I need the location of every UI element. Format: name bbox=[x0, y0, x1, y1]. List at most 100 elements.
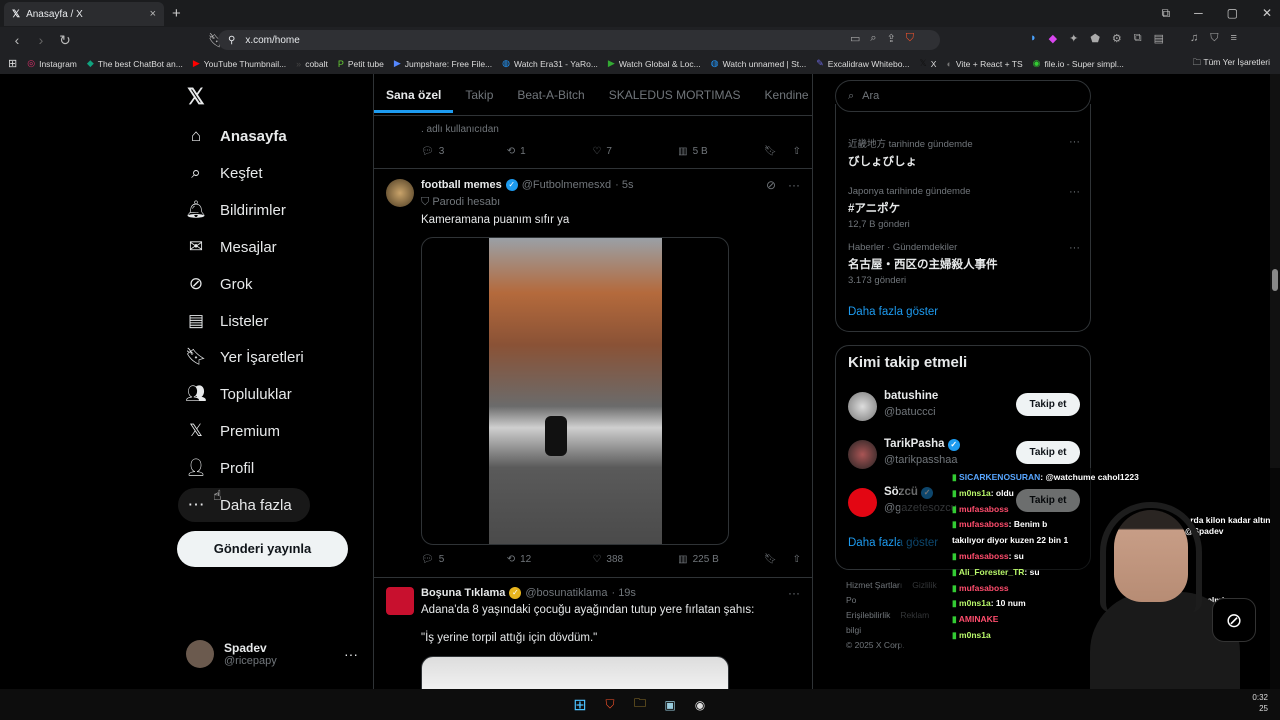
follow-button[interactable]: Takip et bbox=[1016, 441, 1080, 464]
bookmark-icon[interactable]: 🔖︎ bbox=[764, 554, 777, 565]
more-icon[interactable]: ··· bbox=[1069, 186, 1080, 198]
share-icon[interactable]: ⇪ bbox=[887, 32, 896, 45]
bookmark-item[interactable]: ▶ YouTube Thumbnail... bbox=[193, 58, 286, 69]
forward-icon[interactable]: › bbox=[34, 32, 48, 48]
extensions-icon[interactable]: ⧉ bbox=[1162, 6, 1171, 21]
more-icon[interactable]: ··· bbox=[1069, 242, 1080, 254]
bookmark-item[interactable]: ✎ Excalidraw Whitebo... bbox=[816, 58, 909, 69]
follow-button[interactable]: Takip et bbox=[1016, 393, 1080, 416]
sidebar-item-keşfet[interactable]: ⌕ Keşfet bbox=[186, 163, 262, 183]
post-button[interactable]: Gönderi yayınla bbox=[177, 531, 348, 567]
like-button[interactable]: ♡ 7 bbox=[592, 146, 678, 157]
tab-close-icon[interactable]: × bbox=[150, 8, 156, 20]
puzzle-icon[interactable]: ⧉ bbox=[1134, 32, 1142, 45]
windows-start-icon[interactable]: ⊞ bbox=[571, 696, 589, 714]
trends-show-more[interactable]: Daha fazla göster bbox=[848, 306, 938, 318]
sidebar-item-profil[interactable]: 👤︎ Profil bbox=[185, 458, 254, 478]
reply-button[interactable]: 💬︎ 5 bbox=[421, 554, 507, 565]
bookmark-item[interactable]: ◍ Watch unnamed | St... bbox=[711, 58, 807, 69]
post-avatar[interactable] bbox=[386, 179, 414, 207]
url-bar[interactable]: ⚲ x.com/home bbox=[218, 30, 940, 50]
search-input[interactable]: ⌕ Ara bbox=[835, 80, 1091, 112]
post-time[interactable]: · 5s bbox=[615, 179, 633, 191]
extension-icon[interactable]: ◆ bbox=[1049, 32, 1057, 45]
site-info-icon[interactable]: ⚲ bbox=[228, 35, 235, 46]
bookmark-item[interactable]: » cobalt bbox=[296, 59, 328, 69]
bookmark-item[interactable]: P Petit tube bbox=[338, 59, 384, 69]
bookmark-item[interactable]: 𝕏X bbox=[920, 58, 937, 69]
post-author-handle[interactable]: @bosunatiklama bbox=[525, 587, 607, 599]
file-explorer-icon[interactable]: 🗀︎ bbox=[631, 696, 649, 714]
zoom-icon[interactable]: ⌕ bbox=[870, 32, 876, 45]
more-icon[interactable]: ··· bbox=[788, 178, 800, 192]
maximize-icon[interactable]: ▢ bbox=[1227, 6, 1238, 21]
views-button[interactable]: ▥ 5 B bbox=[678, 146, 764, 157]
account-switcher[interactable]: Spadev @ricepapy bbox=[186, 640, 277, 668]
brave-browser-icon[interactable]: ⛉ bbox=[601, 696, 619, 714]
obs-icon[interactable]: ◉ bbox=[691, 696, 709, 714]
views-button[interactable]: ▥ 225 B bbox=[678, 554, 764, 565]
feed-tab[interactable]: SKALEDUS MORTIMAS bbox=[597, 88, 753, 102]
vpn-icon[interactable]: ⛉ bbox=[1210, 32, 1218, 45]
menu-icon[interactable]: ≡ bbox=[1231, 32, 1237, 45]
sidebar-item-bildirimler[interactable]: 🔔︎ Bildirimler bbox=[185, 200, 286, 220]
footer-link[interactable]: Hizmet Şartları bbox=[846, 580, 902, 590]
avatar[interactable] bbox=[848, 392, 877, 421]
post-avatar[interactable] bbox=[386, 587, 414, 615]
bookmark-icon[interactable]: 🔖︎ bbox=[764, 146, 777, 157]
trend-item[interactable]: 近畿地方 tarihinde gündemde びしょびしょ ··· bbox=[848, 136, 1080, 169]
post-video[interactable] bbox=[421, 656, 729, 689]
scroll-thumb[interactable] bbox=[1272, 269, 1278, 291]
post-author-handle[interactable]: @Futbolmemesxd bbox=[522, 179, 611, 191]
app-icon[interactable]: ▣ bbox=[661, 696, 679, 714]
post-author-name[interactable]: Boşuna Tıklama bbox=[421, 587, 505, 599]
feed-tab[interactable]: Takip bbox=[453, 88, 505, 102]
sidebar-item-anasayfa[interactable]: ⌂ Anasayfa bbox=[186, 126, 287, 146]
reload-icon[interactable]: ↻ bbox=[58, 32, 72, 49]
post-author-name[interactable]: football memes bbox=[421, 179, 502, 191]
sidebar-icon[interactable]: ▤ bbox=[1154, 32, 1164, 45]
trend-item[interactable]: Haberler · Gündemdekiler 名古屋・西区の主婦殺人事件 3.1… bbox=[848, 242, 1080, 286]
sidebar-item-yer-i-şaretleri[interactable]: 🔖︎ Yer İşaretleri bbox=[185, 347, 303, 367]
browser-tab[interactable]: 𝕏 Anasayfa / X × bbox=[4, 2, 164, 26]
trend-item[interactable]: Japonya tarihinde gündemde #アニポケ 12,7 B gö… bbox=[848, 186, 1080, 230]
reply-button[interactable]: 💬︎ 3 bbox=[421, 146, 507, 157]
share-icon[interactable]: ⇧ bbox=[793, 146, 801, 157]
post-video[interactable] bbox=[421, 237, 729, 545]
repost-button[interactable]: ⟲ 12 bbox=[507, 554, 593, 565]
extension-icon[interactable]: ⚙ bbox=[1112, 32, 1122, 45]
sidebar-item-grok[interactable]: ⊘ Grok bbox=[186, 274, 253, 294]
cast-icon[interactable]: ▭ bbox=[850, 32, 860, 45]
feed-tab[interactable]: Beat-A-Bitch bbox=[505, 88, 596, 102]
more-icon[interactable]: ··· bbox=[1069, 136, 1080, 148]
extension-icon[interactable]: ◗ bbox=[1030, 32, 1037, 45]
all-bookmarks-button[interactable]: 🗀︎ Tüm Yer İşaretleri bbox=[1193, 57, 1270, 71]
account-more-icon[interactable]: ··· bbox=[344, 646, 358, 662]
bookmark-item[interactable]: ◍ Watch Era31 - YaRo... bbox=[502, 58, 598, 69]
x-logo-icon[interactable]: 𝕏 bbox=[187, 84, 205, 110]
follow-suggestion[interactable]: TarikPasha ✓ @tarikpasshaa Takip et bbox=[848, 438, 1080, 472]
sidebar-item-premium[interactable]: 𝕏 Premium bbox=[186, 421, 280, 441]
bookmark-item[interactable]: ▶ Watch Global & Loc... bbox=[608, 58, 701, 69]
share-icon[interactable]: ⇧ bbox=[793, 554, 801, 565]
like-button[interactable]: ♡ 388 bbox=[592, 554, 678, 565]
minimize-icon[interactable]: ─ bbox=[1194, 6, 1203, 21]
close-window-icon[interactable]: ✕ bbox=[1262, 6, 1272, 21]
extension-icon[interactable]: ⬟ bbox=[1090, 32, 1100, 45]
back-icon[interactable]: ‹ bbox=[10, 32, 24, 48]
footer-link[interactable]: © 2025 X Corp. bbox=[846, 640, 905, 650]
bookmark-item[interactable]: ▶ Jumpshare: Free File... bbox=[394, 58, 492, 69]
footer-link[interactable]: Erişilebilirlik bbox=[846, 610, 890, 620]
more-icon[interactable]: ··· bbox=[788, 586, 800, 600]
sidebar-item-daha-fazla[interactable]: ⋯ Daha fazla bbox=[186, 495, 292, 515]
extension-icon[interactable]: ✦ bbox=[1069, 32, 1078, 45]
brave-shield-icon[interactable]: ⛉ bbox=[906, 32, 914, 45]
apps-grid-icon[interactable]: ⊞ bbox=[8, 57, 17, 70]
bookmark-item[interactable]: ◐ Vite + React + TS bbox=[946, 59, 1022, 69]
bookmark-item[interactable]: ◉ file.io - Super simpl... bbox=[1033, 58, 1124, 69]
grok-floating-button[interactable]: ⊘ bbox=[1212, 598, 1256, 642]
feed-tab[interactable]: Sana özel bbox=[374, 77, 454, 113]
grok-icon[interactable]: ⊘ bbox=[766, 178, 776, 192]
new-tab-button[interactable]: + bbox=[172, 5, 181, 22]
sidebar-item-mesajlar[interactable]: ✉ Mesajlar bbox=[186, 237, 277, 257]
